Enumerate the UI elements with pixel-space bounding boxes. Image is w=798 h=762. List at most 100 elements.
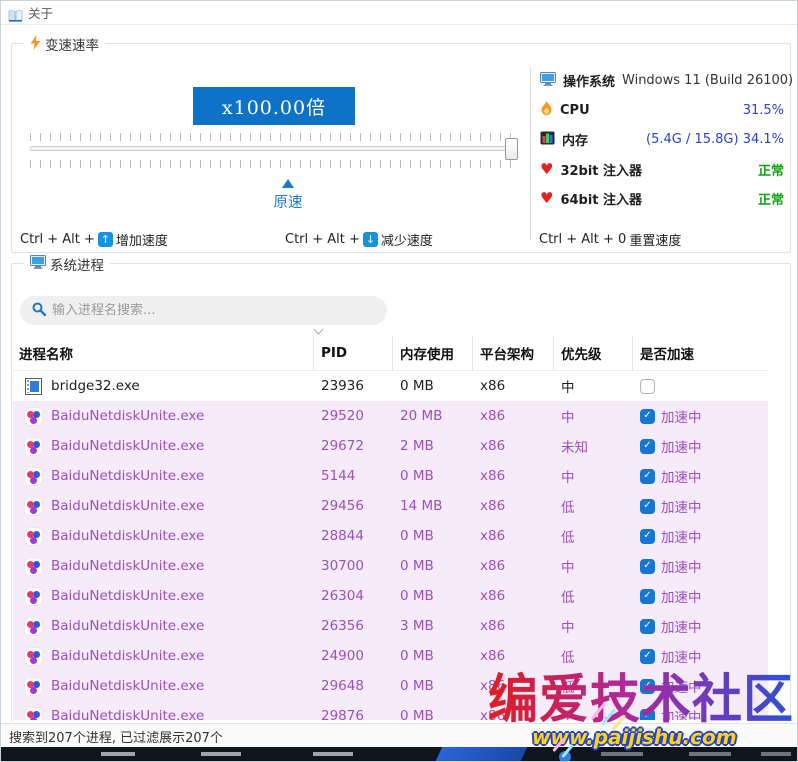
process-priority: 未知	[554, 431, 633, 461]
column-header-priority[interactable]: 优先级	[554, 336, 633, 370]
origin-speed-label: 原速	[258, 191, 318, 212]
taskbar-glyph-fragment	[313, 752, 353, 756]
up-arrow-key-icon: ↑	[98, 232, 113, 247]
system-info-panel: 操作系统 Windows 11 (Build 26100) CPU 31.5% …	[540, 66, 784, 214]
heart-icon: ♥	[540, 191, 553, 206]
cpu-info-row: CPU 31.5%	[540, 96, 784, 126]
search-icon	[32, 301, 46, 320]
column-header-accelerate[interactable]: 是否加速	[633, 336, 768, 370]
slider-track[interactable]	[30, 146, 516, 151]
search-input[interactable]	[52, 303, 375, 318]
process-pid: 30700	[314, 551, 393, 581]
process-table-row[interactable]: BaiduNetdiskUnite.exe 30700 0 MB x86 中 加…	[13, 551, 768, 581]
process-table-row[interactable]: BaiduNetdiskUnite.exe 5144 0 MB x86 中 加速…	[13, 461, 768, 491]
process-arch: x86	[473, 491, 554, 521]
process-table-row[interactable]: BaiduNetdiskUnite.exe 29648 0 MB x86 低 加…	[13, 671, 768, 701]
slider-handle[interactable]	[505, 138, 518, 160]
process-table-row[interactable]: BaiduNetdiskUnite.exe 29456 14 MB x86 低 …	[13, 491, 768, 521]
os-label: 操作系统	[563, 71, 615, 90]
process-table-row[interactable]: BaiduNetdiskUnite.exe 29876 0 MB x86 中 加…	[13, 701, 768, 720]
lightning-icon	[30, 35, 41, 54]
accelerate-checkbox[interactable]	[640, 679, 655, 694]
accelerate-checkbox[interactable]	[640, 529, 655, 544]
slider-ticks-bottom	[30, 160, 516, 168]
search-box[interactable]	[20, 296, 387, 325]
process-table-row[interactable]: BaiduNetdiskUnite.exe 28844 0 MB x86 低 加…	[13, 521, 768, 551]
accelerate-checkbox[interactable]	[640, 619, 655, 634]
process-memory: 0 MB	[393, 461, 473, 491]
accelerate-status-label: 加速中	[661, 616, 702, 636]
process-icon	[25, 618, 42, 635]
process-arch: x86	[473, 461, 554, 491]
accelerate-checkbox[interactable]	[640, 439, 655, 454]
process-memory: 0 MB	[393, 581, 473, 611]
process-table-row[interactable]: BaiduNetdiskUnite.exe 24900 0 MB x86 低 加…	[13, 641, 768, 671]
flame-icon	[540, 101, 553, 120]
process-name: BaiduNetdiskUnite.exe	[51, 618, 204, 634]
sort-chevron-icon	[313, 328, 324, 338]
accelerate-checkbox[interactable]	[640, 559, 655, 574]
accelerate-status-label: 加速中	[661, 466, 702, 486]
process-icon	[25, 648, 42, 665]
process-arch: x86	[473, 641, 554, 671]
process-table-header: 进程名称 PID 内存使用 平台架构 优先级 是否加速	[13, 336, 768, 371]
origin-speed-marker: 原速	[258, 179, 318, 212]
taskbar-accent-shape	[436, 747, 528, 761]
accelerate-status-label: 加速中	[661, 646, 702, 666]
speed-multiplier-button[interactable]: x100.00倍	[193, 87, 355, 125]
accelerate-status-label: 加速中	[661, 586, 702, 606]
process-pid: 23936	[314, 371, 393, 401]
accelerate-status-label: 加速中	[661, 406, 702, 426]
accelerate-status-label: 加速中	[661, 496, 702, 516]
accelerate-checkbox[interactable]	[640, 589, 655, 604]
process-memory: 0 MB	[393, 671, 473, 701]
taskbar-glyph-fragment	[689, 752, 731, 756]
process-memory: 0 MB	[393, 701, 473, 720]
process-table-row[interactable]: BaiduNetdiskUnite.exe 29672 2 MB x86 未知 …	[13, 431, 768, 461]
process-pid: 26304	[314, 581, 393, 611]
process-priority: 中	[554, 611, 633, 641]
accelerate-checkbox[interactable]	[640, 379, 655, 394]
shortcut-increase-speed: Ctrl + Alt + ↑ 增加速度	[20, 230, 285, 249]
process-name: BaiduNetdiskUnite.exe	[51, 558, 204, 574]
column-header-name[interactable]: 进程名称	[13, 336, 314, 370]
accelerate-checkbox[interactable]	[640, 709, 655, 721]
process-table-row[interactable]: bridge32.exe 23936 0 MB x86 中	[13, 371, 768, 401]
process-icon	[25, 408, 42, 425]
process-table-row[interactable]: BaiduNetdiskUnite.exe 29520 20 MB x86 中 …	[13, 401, 768, 431]
process-memory: 0 MB	[393, 551, 473, 581]
column-header-pid[interactable]: PID	[314, 336, 393, 370]
process-memory: 0 MB	[393, 641, 473, 671]
slider-ticks-top	[30, 133, 516, 141]
shortcut-prefix: Ctrl + Alt + 0	[539, 232, 626, 247]
process-priority: 中	[554, 551, 633, 581]
accelerate-checkbox[interactable]	[640, 409, 655, 424]
column-header-memory[interactable]: 内存使用	[393, 336, 473, 370]
accelerate-checkbox[interactable]	[640, 469, 655, 484]
process-name: BaiduNetdiskUnite.exe	[51, 468, 204, 484]
accelerate-status-label: 加速中	[661, 706, 702, 720]
origin-triangle-icon	[282, 179, 294, 188]
process-table-row[interactable]: BaiduNetdiskUnite.exe 26304 0 MB x86 低 加…	[13, 581, 768, 611]
process-table-row[interactable]: BaiduNetdiskUnite.exe 26356 3 MB x86 中 加…	[13, 611, 768, 641]
injector32-info-row: ♥ 32bit 注入器 正常	[540, 155, 784, 185]
process-icon	[25, 588, 42, 605]
process-priority: 中	[554, 401, 633, 431]
process-arch: x86	[473, 431, 554, 461]
accelerate-checkbox[interactable]	[640, 499, 655, 514]
process-priority: 低	[554, 581, 633, 611]
process-pid: 5144	[314, 461, 393, 491]
memory-icon	[540, 130, 555, 149]
monitor-icon	[540, 71, 556, 90]
accelerate-checkbox[interactable]	[640, 649, 655, 664]
column-header-arch[interactable]: 平台架构	[473, 336, 554, 370]
shortcut-label: 重置速度	[629, 230, 681, 249]
injector32-status: 正常	[758, 160, 784, 179]
process-pid: 29456	[314, 491, 393, 521]
process-priority: 低	[554, 491, 633, 521]
process-table-body: bridge32.exe 23936 0 MB x86 中 BaiduNetdi…	[13, 371, 768, 720]
memory-value: (5.4G / 15.8G) 34.1%	[646, 132, 784, 147]
process-arch: x86	[473, 581, 554, 611]
process-pid: 29672	[314, 431, 393, 461]
speed-section: 变速速率 x100.00倍 原速 操作系统 Windows 11 (Build …	[11, 43, 791, 253]
